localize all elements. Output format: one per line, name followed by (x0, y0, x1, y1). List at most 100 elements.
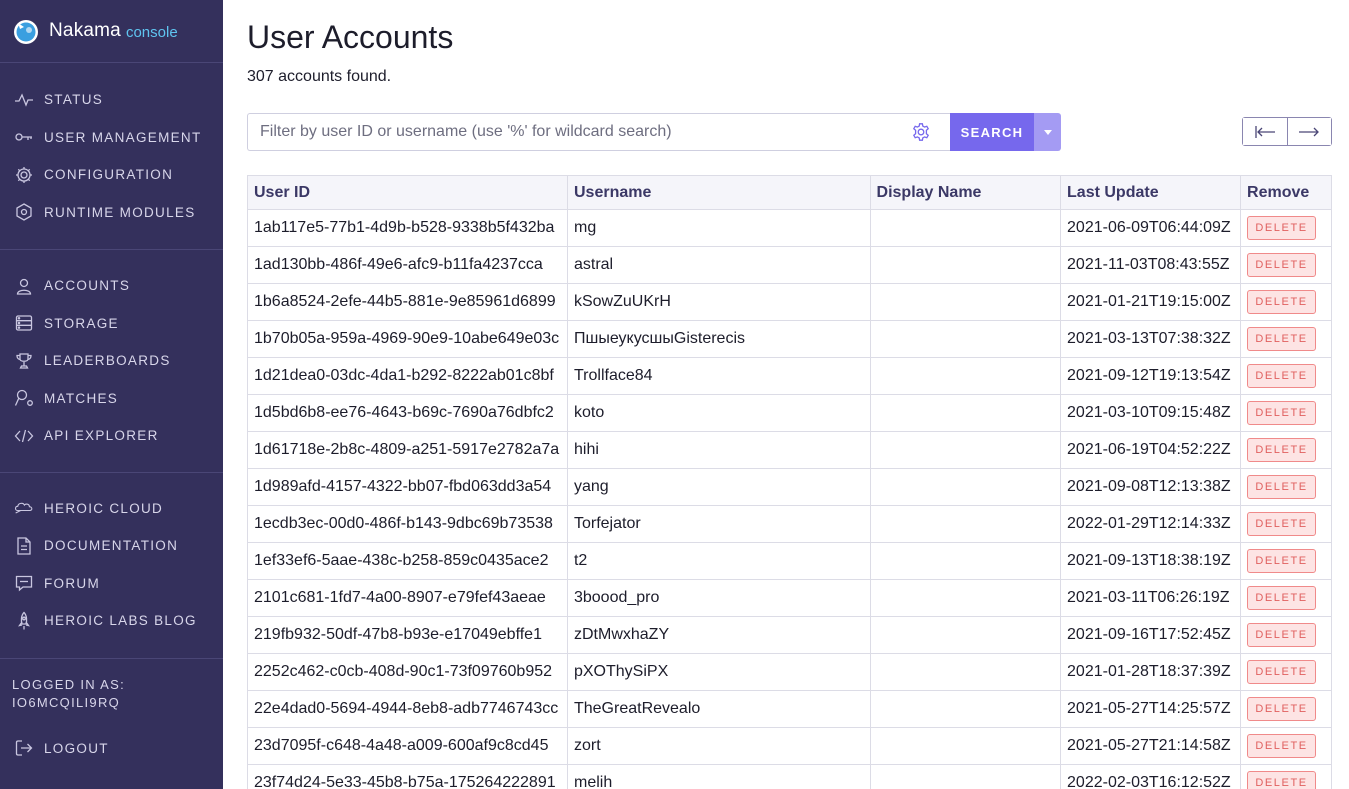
delete-button[interactable]: DELETE (1247, 512, 1317, 536)
delete-button[interactable]: DELETE (1247, 549, 1317, 573)
search-options-dropdown[interactable] (1034, 113, 1061, 151)
logout-button[interactable]: LOGOUT (0, 730, 223, 768)
cell-remove: DELETE (1240, 431, 1332, 469)
sidebar-item-matches[interactable]: MATCHES (0, 380, 223, 418)
cell-username[interactable]: kSowZuUKrH (566, 283, 871, 321)
delete-button[interactable]: DELETE (1247, 623, 1317, 647)
table-row[interactable]: 1b6a8524-2efe-44b5-881e-9e85961d6899 kSow… (247, 283, 1332, 321)
delete-button[interactable]: DELETE (1247, 216, 1317, 240)
cell-username[interactable]: hihi (566, 431, 871, 469)
table-row[interactable]: 1d61718e-2b8c-4809-a251-5917e2782a7a hihi… (247, 431, 1332, 469)
cell-username[interactable]: Trollface84 (566, 357, 871, 395)
header-user-id[interactable]: User ID (247, 175, 568, 210)
sidebar-item-label: LEADERBOARDS (44, 353, 171, 369)
sidebar-item-documentation[interactable]: DOCUMENTATION (0, 527, 223, 565)
sidebar-item-label: STORAGE (44, 315, 119, 331)
cell-user-id[interactable]: 1b6a8524-2efe-44b5-881e-9e85961d6899 (247, 283, 568, 321)
delete-button[interactable]: DELETE (1247, 771, 1317, 789)
cell-display-name (869, 246, 1062, 284)
delete-button[interactable]: DELETE (1247, 586, 1317, 610)
cell-username[interactable]: zort (566, 727, 871, 765)
sidebar-item-runtime-modules[interactable]: RUNTIME MODULES (0, 194, 223, 232)
search-settings-gear-icon[interactable] (911, 122, 931, 142)
sidebar-item-leaderboards[interactable]: LEADERBOARDS (0, 342, 223, 380)
table-row[interactable]: 22e4dad0-5694-4944-8eb8-adb7746743cc TheG… (247, 690, 1332, 728)
logout-icon (15, 740, 33, 756)
cell-user-id[interactable]: 1ad130bb-486f-49e6-afc9-b11fa4237cca (247, 246, 568, 284)
table-row[interactable]: 1ab117e5-77b1-4d9b-b528-9338b5f432ba mg 20… (247, 209, 1332, 247)
sidebar-item-heroic-cloud[interactable]: HEROIC CLOUD (0, 490, 223, 528)
delete-button[interactable]: DELETE (1247, 660, 1317, 684)
cell-user-id[interactable]: 1d61718e-2b8c-4809-a251-5917e2782a7a (247, 431, 568, 469)
table-row[interactable]: 1d21dea0-03dc-4da1-b292-8222ab01c8bf Trol… (247, 357, 1332, 395)
cell-username[interactable]: mg (566, 209, 871, 247)
header-last-update[interactable]: Last Update (1060, 175, 1242, 210)
cell-display-name (869, 616, 1062, 654)
cell-user-id[interactable]: 2101c681-1fd7-4a00-8907-e79fef43aeae (247, 579, 568, 617)
first-page-button[interactable] (1243, 118, 1287, 145)
cell-username[interactable]: astral (566, 246, 871, 284)
table-row[interactable]: 1b70b05a-959a-4969-90e9-10abe649e03c Пшые… (247, 320, 1332, 358)
table-row[interactable]: 219fb932-50df-47b8-b93e-e17049ebffe1 zDtM… (247, 616, 1332, 654)
cell-username[interactable]: TheGreatRevealo (566, 690, 871, 728)
header-display-name[interactable]: Display Name (869, 175, 1062, 210)
sidebar-item-configuration[interactable]: CONFIGURATION (0, 156, 223, 194)
sidebar-item-status[interactable]: STATUS (0, 81, 223, 119)
cell-username[interactable]: ПшыеукусшыGisterecis (566, 320, 871, 358)
cell-username[interactable]: t2 (566, 542, 871, 580)
search-button[interactable]: SEARCH (950, 113, 1034, 151)
delete-button[interactable]: DELETE (1247, 401, 1317, 425)
delete-button[interactable]: DELETE (1247, 734, 1317, 758)
delete-button[interactable]: DELETE (1247, 475, 1317, 499)
table-row[interactable]: 2252c462-c0cb-408d-90c1-73f09760b952 pXOT… (247, 653, 1332, 691)
cell-user-id[interactable]: 1ef33ef6-5aae-438c-b258-859c0435ace2 (247, 542, 568, 580)
delete-button[interactable]: DELETE (1247, 697, 1317, 721)
cell-username[interactable]: Torfejator (566, 505, 871, 543)
cell-username[interactable]: zDtMwxhaZY (566, 616, 871, 654)
cell-user-id[interactable]: 1d5bd6b8-ee76-4643-b69c-7690a76dbfc2 (247, 394, 568, 432)
cell-user-id[interactable]: 2252c462-c0cb-408d-90c1-73f09760b952 (247, 653, 568, 691)
cell-remove: DELETE (1240, 357, 1332, 395)
sidebar-item-api-explorer[interactable]: API EXPLORER (0, 417, 223, 455)
table-row[interactable]: 23d7095f-c648-4a48-a009-600af9c8cd45 zort… (247, 727, 1332, 765)
delete-button[interactable]: DELETE (1247, 290, 1317, 314)
delete-button[interactable]: DELETE (1247, 253, 1317, 277)
sidebar-item-heroic-labs-blog[interactable]: HEROIC LABS BLOG (0, 602, 223, 640)
cell-username[interactable]: yang (566, 468, 871, 506)
cell-user-id[interactable]: 23f74d24-5e33-45b8-b75a-175264222891 (247, 764, 568, 789)
cell-username[interactable]: koto (566, 394, 871, 432)
sidebar-item-accounts[interactable]: ACCOUNTS (0, 267, 223, 305)
cell-remove: DELETE (1240, 246, 1332, 284)
sidebar-item-storage[interactable]: STORAGE (0, 305, 223, 343)
cell-username[interactable]: melih (566, 764, 871, 789)
search-input[interactable] (247, 113, 950, 151)
storage-icon (15, 315, 33, 331)
cell-user-id[interactable]: 1ab117e5-77b1-4d9b-b528-9338b5f432ba (247, 209, 568, 247)
delete-button[interactable]: DELETE (1247, 327, 1317, 351)
cell-username[interactable]: pXOThySiPX (566, 653, 871, 691)
cell-last-update: 2021-09-12T19:13:54Z (1060, 357, 1242, 395)
cell-username[interactable]: 3boood_pro (566, 579, 871, 617)
table-row[interactable]: 23f74d24-5e33-45b8-b75a-175264222891 meli… (247, 764, 1332, 789)
header-username[interactable]: Username (566, 175, 871, 210)
cell-user-id[interactable]: 219fb932-50df-47b8-b93e-e17049ebffe1 (247, 616, 568, 654)
table-row[interactable]: 1ecdb3ec-00d0-486f-b143-9dbc69b73538 Torf… (247, 505, 1332, 543)
cell-user-id[interactable]: 1ecdb3ec-00d0-486f-b143-9dbc69b73538 (247, 505, 568, 543)
sidebar-item-forum[interactable]: FORUM (0, 565, 223, 603)
cell-user-id[interactable]: 22e4dad0-5694-4944-8eb8-adb7746743cc (247, 690, 568, 728)
brand[interactable]: Nakama console (0, 0, 223, 63)
sidebar-item-user-management[interactable]: USER MANAGEMENT (0, 119, 223, 157)
next-page-button[interactable] (1286, 118, 1331, 145)
cell-user-id[interactable]: 23d7095f-c648-4a48-a009-600af9c8cd45 (247, 727, 568, 765)
table-row[interactable]: 1ad130bb-486f-49e6-afc9-b11fa4237cca astr… (247, 246, 1332, 284)
delete-button[interactable]: DELETE (1247, 438, 1317, 462)
cell-user-id[interactable]: 1b70b05a-959a-4969-90e9-10abe649e03c (247, 320, 568, 358)
table-row[interactable]: 1d989afd-4157-4322-bb07-fbd063dd3a54 yang… (247, 468, 1332, 506)
delete-button[interactable]: DELETE (1247, 364, 1317, 388)
table-row[interactable]: 1ef33ef6-5aae-438c-b258-859c0435ace2 t2 20… (247, 542, 1332, 580)
cell-user-id[interactable]: 1d21dea0-03dc-4da1-b292-8222ab01c8bf (247, 357, 568, 395)
cell-user-id[interactable]: 1d989afd-4157-4322-bb07-fbd063dd3a54 (247, 468, 568, 506)
sidebar-item-label: USER MANAGEMENT (44, 129, 202, 145)
table-row[interactable]: 2101c681-1fd7-4a00-8907-e79fef43aeae 3boo… (247, 579, 1332, 617)
table-row[interactable]: 1d5bd6b8-ee76-4643-b69c-7690a76dbfc2 koto… (247, 394, 1332, 432)
